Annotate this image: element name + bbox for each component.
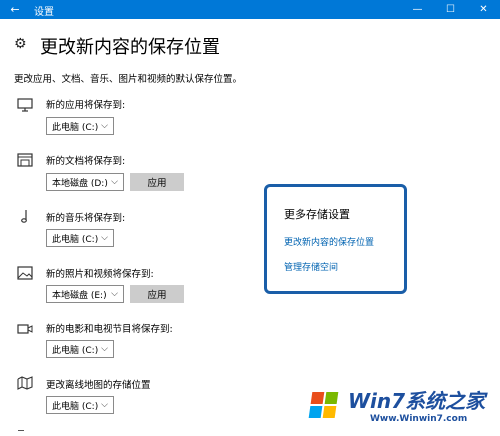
documents-save-label: 新的文档将保存到: — [46, 156, 126, 167]
close-icon: ✕ — [479, 4, 488, 15]
close-button[interactable]: ✕ — [467, 0, 500, 19]
maximize-icon: ☐ — [446, 4, 455, 15]
title-bar: ← 设置 — ☐ ✕ — [0, 0, 500, 19]
watermark-brand: Win7系统之家 — [348, 389, 486, 413]
dropdown-value: 本地磁盘 (E:) — [52, 290, 107, 301]
back-button[interactable]: ← — [0, 0, 30, 19]
music-location-dropdown[interactable]: 此电脑 (C:) ⌵ — [46, 229, 114, 247]
image-icon — [17, 266, 33, 280]
maps-save-label: 更改离线地图的存储位置 — [46, 380, 151, 391]
window-title: 设置 — [34, 7, 54, 18]
documents-apply-button[interactable]: 应用 — [130, 173, 184, 191]
minimize-icon: — — [412, 4, 423, 15]
photos-apply-button[interactable]: 应用 — [130, 285, 184, 303]
minimize-button[interactable]: — — [401, 0, 434, 19]
more-storage-title: 更多存储设置 — [284, 208, 350, 221]
movies-save-label: 新的电影和电视节目将保存到: — [46, 324, 173, 335]
dropdown-value: 此电脑 (C:) — [52, 234, 99, 245]
documents-location-dropdown[interactable]: 本地磁盘 (D:) ⌵ — [46, 173, 124, 191]
document-icon — [17, 153, 33, 167]
photos-location-dropdown[interactable]: 本地磁盘 (E:) ⌵ — [46, 285, 124, 303]
movies-location-dropdown[interactable]: 此电脑 (C:) ⌵ — [46, 340, 114, 358]
chevron-down-icon: ⌵ — [101, 233, 108, 243]
page-description: 更改应用、文档、音乐、图片和视频的默认保存位置。 — [14, 74, 243, 85]
video-camera-icon — [17, 324, 33, 334]
chevron-down-icon: ⌵ — [101, 400, 108, 410]
map-icon — [17, 376, 33, 390]
page-title: 更改新内容的保存位置 — [40, 37, 220, 58]
back-arrow-icon: ← — [10, 3, 20, 16]
manage-storage-link[interactable]: 管理存储空间 — [284, 260, 338, 273]
dropdown-value: 此电脑 (C:) — [52, 122, 99, 133]
music-save-label: 新的音乐将保存到: — [46, 213, 126, 224]
gear-icon: ⚙ — [14, 36, 27, 52]
change-save-location-link[interactable]: 更改新内容的保存位置 — [284, 235, 374, 248]
maximize-button[interactable]: ☐ — [434, 0, 467, 19]
chevron-down-icon: ⌵ — [111, 289, 118, 299]
dropdown-value: 此电脑 (C:) — [52, 345, 99, 356]
chevron-down-icon: ⌵ — [111, 177, 118, 187]
monitor-icon — [17, 98, 33, 112]
music-note-icon — [21, 210, 27, 223]
dropdown-value: 此电脑 (C:) — [52, 401, 99, 412]
apps-location-dropdown[interactable]: 此电脑 (C:) ⌵ — [46, 117, 114, 135]
chevron-down-icon: ⌵ — [101, 344, 108, 354]
photos-save-label: 新的照片和视频将保存到: — [46, 269, 154, 280]
dropdown-value: 本地磁盘 (D:) — [52, 178, 108, 189]
maps-location-dropdown[interactable]: 此电脑 (C:) ⌵ — [46, 396, 114, 414]
apps-save-label: 新的应用将保存到: — [46, 100, 126, 111]
watermark-url: Www.Winwin7.com — [370, 414, 468, 424]
chevron-down-icon: ⌵ — [101, 121, 108, 131]
partial-next-item — [18, 430, 24, 436]
